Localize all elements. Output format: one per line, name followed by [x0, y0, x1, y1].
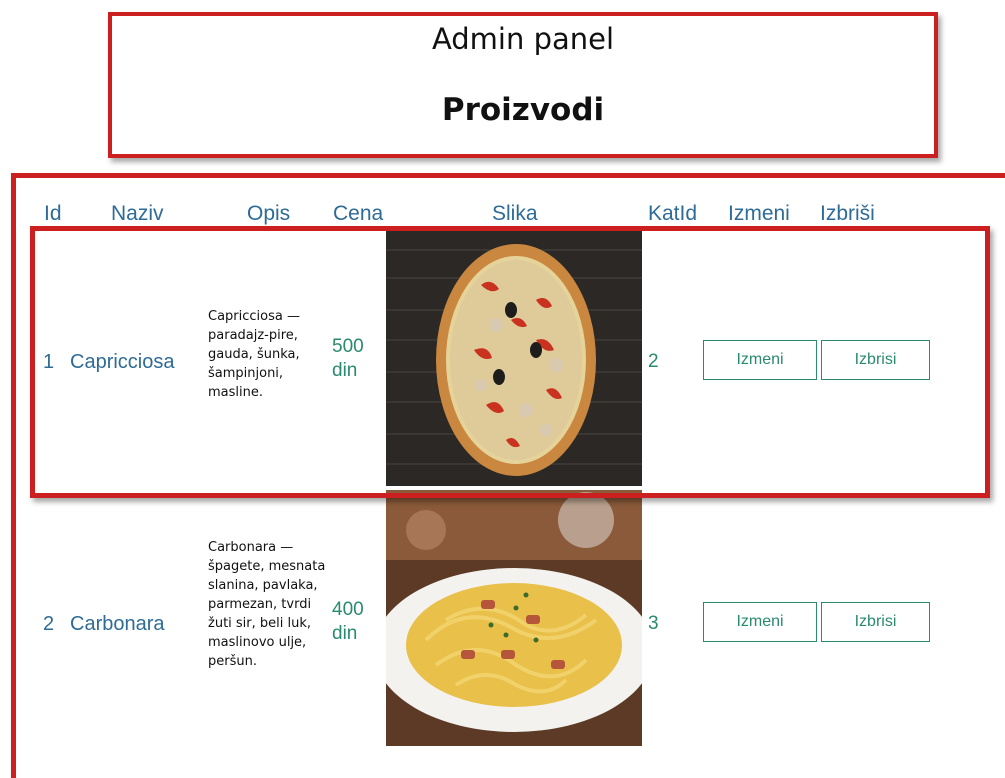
column-header-image: Slika [492, 202, 538, 225]
edit-button[interactable]: Izmeni [703, 340, 817, 380]
header-panel: Admin panel Proizvodi [108, 12, 938, 158]
delete-button[interactable]: Izbrisi [821, 340, 930, 380]
row-category-id: 2 [648, 351, 659, 372]
column-header-id: Id [44, 202, 62, 225]
column-header-name: Naziv [111, 202, 164, 225]
row-description: Capricciosa — paradajz-pire, gauda, šunk… [208, 309, 300, 400]
column-header-delete: Izbriši [820, 202, 875, 225]
row-price: 400 din [332, 599, 364, 644]
column-header-description: Opis [247, 202, 291, 225]
pasta-carbonara-image [386, 490, 642, 746]
row-name: Capricciosa [70, 351, 175, 373]
admin-title: Admin panel [431, 22, 615, 56]
pizza-capricciosa-image [386, 230, 642, 486]
row-description: Carbonara — špagete, mesnata slanina, pa… [208, 540, 326, 669]
row-price: 500 din [332, 336, 364, 381]
row-name: Carbonara [70, 613, 165, 635]
row-category-id: 3 [648, 613, 659, 634]
page-title: Proizvodi [441, 92, 605, 128]
row-id: 1 [43, 351, 55, 373]
column-header-edit: Izmeni [728, 202, 790, 225]
column-header-category-id: KatId [648, 202, 698, 225]
column-header-price: Cena [333, 202, 384, 225]
row-id: 2 [43, 613, 55, 635]
delete-button[interactable]: Izbrisi [821, 602, 930, 642]
edit-button[interactable]: Izmeni [703, 602, 817, 642]
